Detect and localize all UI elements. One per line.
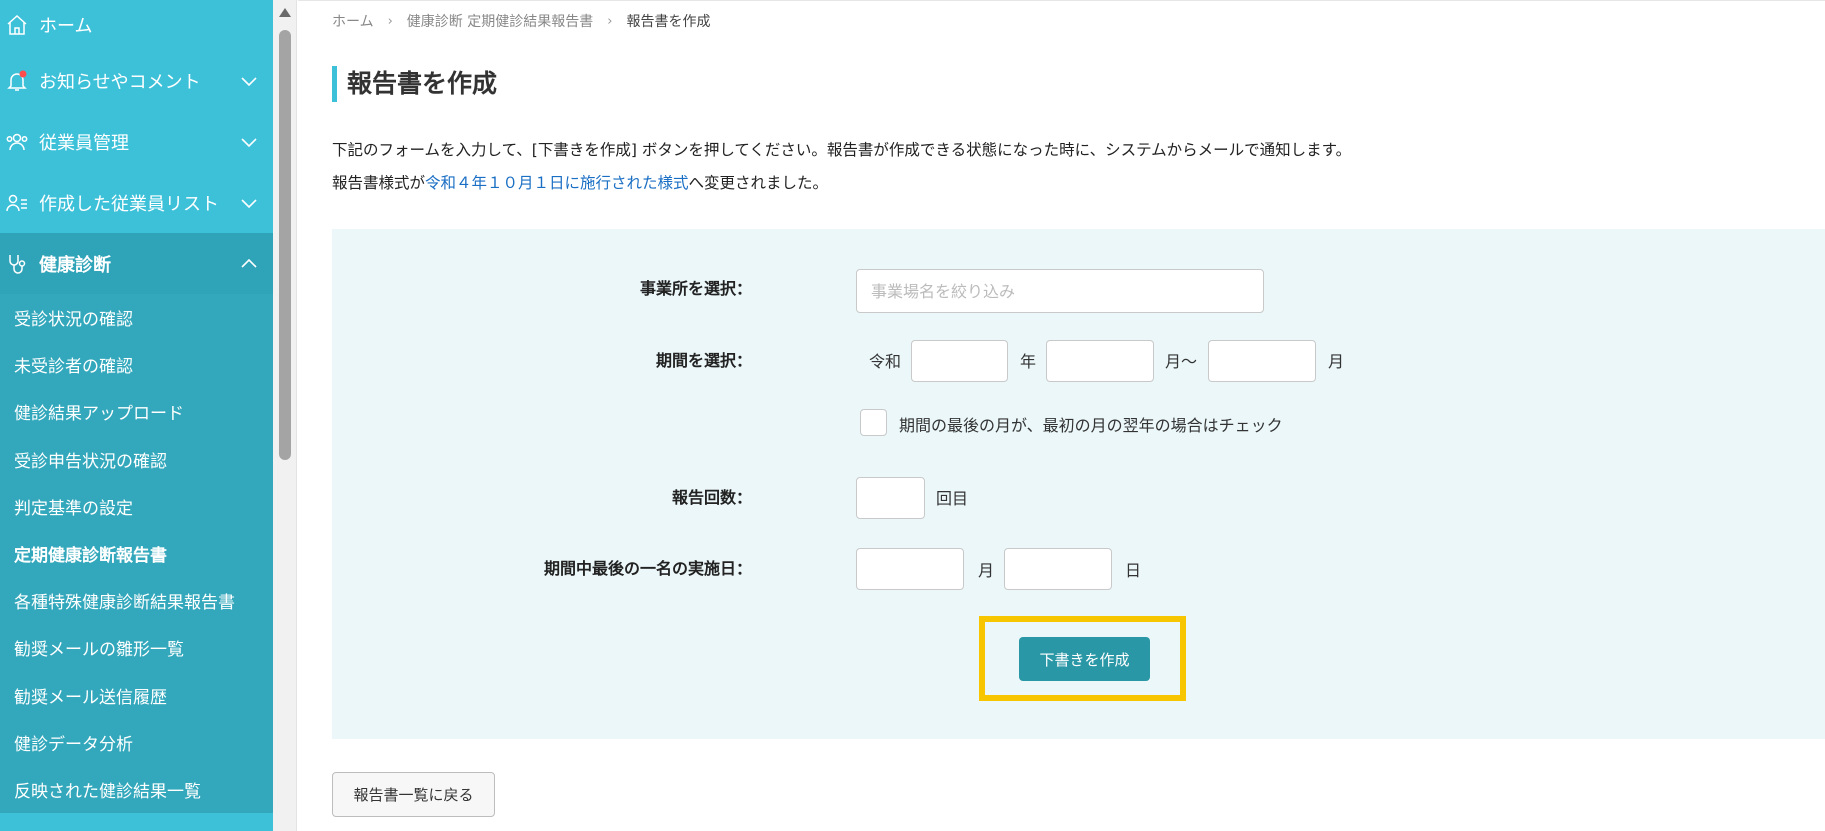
chevron-down-icon [241, 199, 257, 209]
breadcrumb-separator-icon: › [387, 13, 393, 29]
stethoscope-icon [5, 252, 29, 276]
sidebar-item-notifications[interactable]: お知らせやコメント [0, 50, 273, 111]
last-exam-month-input[interactable] [856, 548, 964, 590]
sidebar-item-label: お知らせやコメント [39, 71, 201, 93]
month-to-input[interactable] [1208, 340, 1316, 382]
period-label: 期間を選択： [655, 351, 752, 370]
sidebar-subitem[interactable]: 受診状況の確認 [0, 294, 273, 341]
year-unit: 年 [1020, 352, 1037, 371]
scrollbar-thumb[interactable] [279, 30, 291, 460]
month-from-unit: 月〜 [1165, 352, 1198, 371]
sidebar-scrollbar[interactable] [273, 0, 297, 831]
sidebar-subitem[interactable]: 健診データ分析 [0, 719, 273, 766]
sidebar-subitem[interactable]: 健診結果アップロード [0, 388, 273, 435]
breadcrumb-current: 報告書を作成 [626, 14, 711, 30]
next-year-checkbox-label[interactable]: 期間の最後の月が、最初の月の翌年の場合はチェック [899, 412, 1283, 436]
people-icon [5, 130, 29, 154]
health-checkup-submenu: 受診状況の確認 未受診者の確認 健診結果アップロード 受診申告状況の確認 判定基… [0, 294, 273, 814]
office-label: 事業所を選択： [639, 279, 752, 298]
page-title: 報告書を作成 [332, 66, 497, 102]
breadcrumb-parent[interactable]: 健康診断 定期健診結果報告書 [407, 11, 593, 31]
sidebar-item-label: 健康診断 [39, 254, 111, 276]
intro-line-2-suffix: へ変更されました。 [688, 174, 829, 192]
create-draft-button[interactable]: 下書きを作成 [1019, 637, 1150, 681]
sidebar-item-employees[interactable]: 従業員管理 [0, 111, 273, 172]
home-icon [5, 13, 29, 37]
sidebar-item-home[interactable]: ホーム [0, 0, 273, 50]
office-filter-input[interactable] [856, 269, 1264, 313]
report-count-input[interactable] [856, 477, 925, 519]
intro-line-2-prefix: 報告書様式が [332, 174, 426, 192]
breadcrumb-separator-icon: › [607, 13, 613, 29]
intro-text: 下記のフォームを入力して、[下書きを作成] ボタンを押してください。報告書が作成… [332, 134, 1351, 200]
person-list-icon [5, 191, 29, 215]
month-from-input[interactable] [1046, 340, 1154, 382]
back-to-report-list-button[interactable]: 報告書一覧に戻る [332, 772, 495, 817]
chevron-down-icon [241, 138, 257, 148]
sidebar-item-label: ホーム [39, 16, 93, 37]
last-exam-month-unit: 月 [978, 561, 995, 580]
last-exam-date-label: 期間中最後の一名の実施日： [543, 559, 752, 578]
sidebar-subitem-current[interactable]: 定期健康診断報告書 [0, 530, 273, 577]
sidebar-subitem[interactable]: 判定基準の設定 [0, 483, 273, 530]
sidebar: ホーム お知らせやコメント 従業員管理 作成した従業員リスト 健康診断 受診状況… [0, 0, 273, 831]
month-to-unit: 月 [1328, 352, 1345, 371]
last-exam-day-input[interactable] [1004, 548, 1112, 590]
main-content: ホーム › 健康診断 定期健診結果報告書 › 報告書を作成 報告書を作成 下記の… [298, 0, 1825, 831]
report-count-label: 報告回数： [671, 488, 752, 507]
sidebar-subitem[interactable]: 勧奨メール送信履歴 [0, 672, 273, 719]
sidebar-subitem[interactable]: 各種特殊健康診断結果報告書 [0, 577, 273, 624]
scroll-up-arrow-icon[interactable] [279, 8, 291, 17]
sidebar-subitem[interactable]: 未受診者の確認 [0, 341, 273, 388]
report-count-unit: 回目 [936, 489, 969, 508]
bell-icon [5, 69, 29, 93]
breadcrumb: ホーム › 健康診断 定期健診結果報告書 › 報告書を作成 [332, 11, 710, 31]
intro-line-1: 下記のフォームを入力して、[下書きを作成] ボタンを押してください。報告書が作成… [332, 141, 1352, 159]
year-input[interactable] [911, 340, 1008, 382]
next-year-checkbox[interactable] [860, 409, 887, 436]
sidebar-item-employee-lists[interactable]: 作成した従業員リスト [0, 172, 273, 233]
format-change-link[interactable]: 令和４年１０月１日に施行された様式 [425, 174, 689, 192]
breadcrumb-home[interactable]: ホーム [332, 11, 374, 31]
chevron-down-icon [241, 77, 257, 87]
last-exam-day-unit: 日 [1125, 561, 1142, 580]
sidebar-subitem[interactable]: 反映された健診結果一覧 [0, 766, 273, 813]
sidebar-subitem[interactable]: 勧奨メールの雛形一覧 [0, 624, 273, 671]
era-label: 令和 [869, 352, 902, 371]
chevron-up-icon [241, 258, 257, 268]
sidebar-item-label: 作成した従業員リスト [39, 193, 219, 215]
sidebar-item-label: 従業員管理 [39, 132, 129, 154]
sidebar-subitem[interactable]: 受診申告状況の確認 [0, 436, 273, 483]
intro-line-2: 報告書様式が令和４年１０月１日に施行された様式へ変更されました。 [332, 167, 1351, 200]
sidebar-item-health-checkup[interactable]: 健康診断 [0, 233, 273, 294]
